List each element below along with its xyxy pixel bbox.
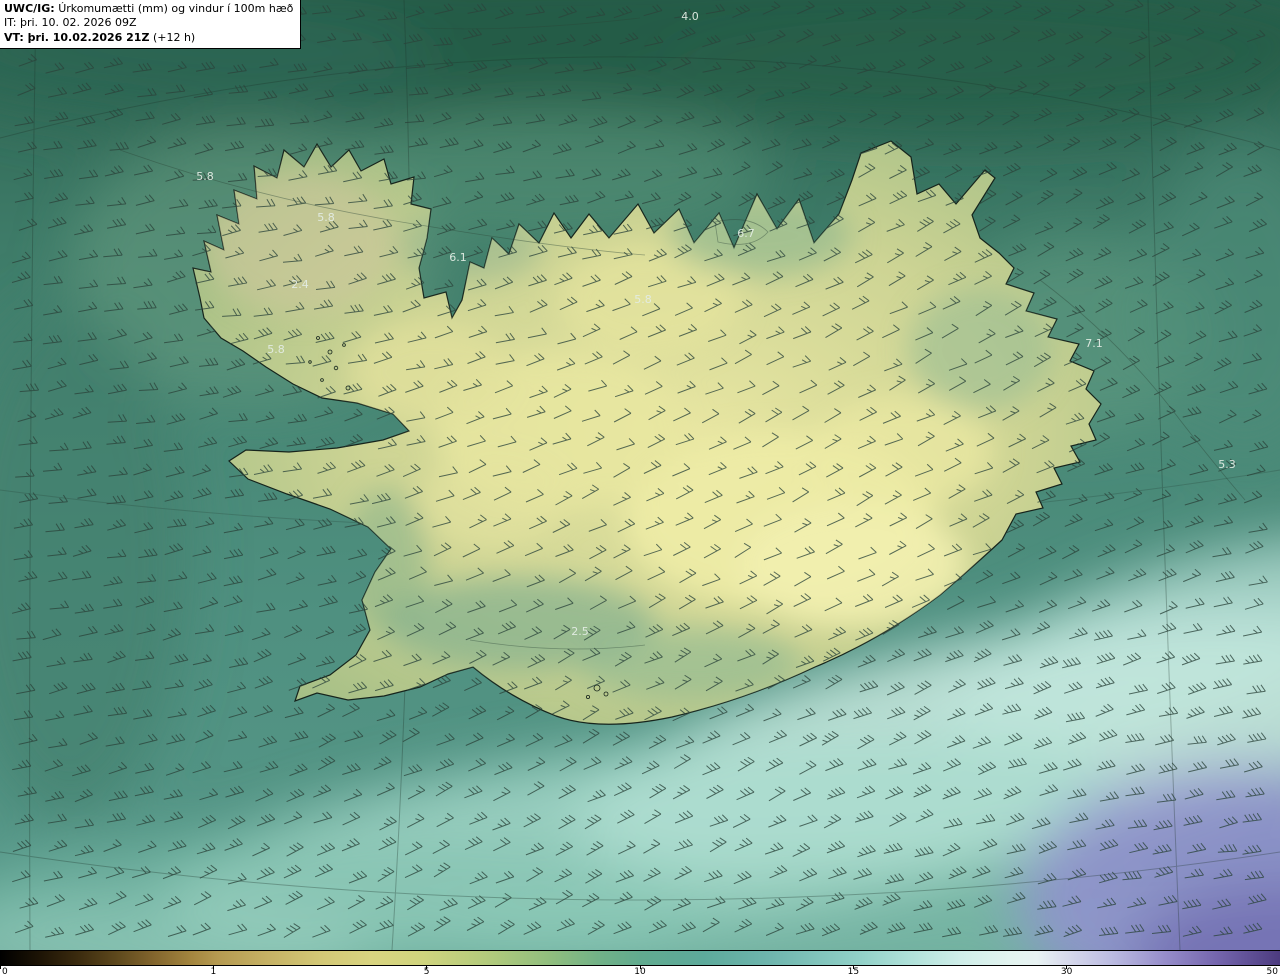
- contour-label: 6.1: [449, 251, 467, 264]
- colorbar-tick-label: 10: [634, 967, 646, 977]
- map-canvas: 4.0 5.8 5.8 6.1 2.4 5.8 6.7 5.8 7.1 5.3 2.5 UWC/IG…: [0, 0, 1280, 950]
- colorbar: 0 1 5 10 15 30 50: [0, 950, 1280, 978]
- valid-time-line: VT: þri. 10.02.2026 21Z (+12 h): [4, 31, 293, 45]
- contour-label: 4.0: [681, 10, 699, 23]
- product-label: UWC/IG:: [4, 2, 55, 15]
- contour-label: 5.3: [1218, 458, 1236, 471]
- colorbar-tick-label: 0: [2, 967, 8, 977]
- colorbar-gradient: [0, 950, 1280, 966]
- contour-label: 2.4: [291, 278, 309, 291]
- product-title-line: UWC/IG: Úrkomumætti (mm) og vindur í 100…: [4, 2, 293, 16]
- colorbar-tick-label: 5: [423, 967, 430, 977]
- contour-label: 5.8: [317, 211, 335, 224]
- map-svg: 4.0 5.8 5.8 6.1 2.4 5.8 6.7 5.8 7.1 5.3 2.5: [0, 0, 1280, 950]
- colorbar-tick-label: 1: [210, 967, 217, 977]
- map-title-box: UWC/IG: Úrkomumætti (mm) og vindur í 100…: [0, 0, 302, 49]
- contour-label: 5.8: [634, 293, 652, 306]
- contour-label: 5.8: [196, 170, 214, 183]
- colorbar-tick-label: 50: [1266, 967, 1278, 977]
- colorbar-tick-label: 30: [1060, 967, 1073, 977]
- init-time-line: IT: þri. 10. 02. 2026 09Z: [4, 16, 137, 30]
- product-title: Úrkomumætti (mm) og vindur í 100m hæð: [58, 2, 294, 15]
- valid-time: VT: þri. 10.02.2026 21Z: [4, 30, 150, 44]
- colorbar-tick-label: 15: [847, 967, 860, 977]
- contour-label: 2.5: [571, 625, 589, 638]
- colorbar-tick: [0, 966, 1, 969]
- contour-label: 6.7: [737, 227, 755, 240]
- contour-label: 5.8: [267, 343, 285, 356]
- contour-label: 7.1: [1085, 337, 1103, 350]
- valid-offset: (+12 h): [152, 30, 196, 44]
- weather-map-page: 4.0 5.8 5.8 6.1 2.4 5.8 6.7 5.8 7.1 5.3 2.5 UWC/IG…: [0, 0, 1280, 978]
